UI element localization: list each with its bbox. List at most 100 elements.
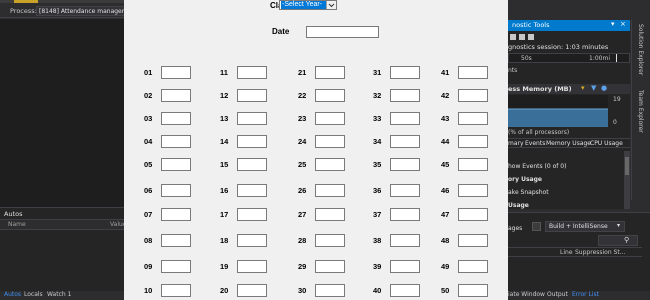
roll-number-input[interactable] [161,112,191,125]
filter-icon[interactable] [532,222,541,231]
tab-summary[interactable]: mary [508,140,524,147]
roll-number-input[interactable] [458,208,488,221]
roll-number-input[interactable] [315,135,345,148]
roll-number-input[interactable] [315,112,345,125]
timeline-ruler[interactable]: 50s 1:00mi [508,53,630,63]
roll-number-input[interactable] [458,112,488,125]
roll-number-input[interactable] [390,112,420,125]
roll-number-input[interactable] [390,135,420,148]
roll-number-input[interactable] [237,234,267,247]
roll-number-input[interactable] [161,284,191,297]
roll-number-input[interactable] [237,158,267,171]
tab-error-list[interactable]: Error List [572,291,599,298]
roll-number-input[interactable] [161,234,191,247]
autos-header: Name Value [0,219,126,230]
diag-scrollbar[interactable] [624,151,630,209]
col-suppression-state[interactable]: Suppression St... [575,249,625,256]
roll-number-input[interactable] [390,234,420,247]
roll-number-input[interactable] [315,208,345,221]
roll-number-label: 03 [144,114,153,123]
roll-number-input[interactable] [161,89,191,102]
show-events-link[interactable]: how Events (0 of 0) [508,163,566,170]
messages-label[interactable]: ages [508,225,522,232]
roll-number-input[interactable] [390,66,420,79]
roll-number-input[interactable] [161,66,191,79]
roll-number-label: 35 [373,160,382,169]
diagnostic-tools-title: nostic Tools [512,21,550,29]
tab-output[interactable]: Output [547,291,568,298]
tab-team-explorer[interactable]: Team Explorer [637,90,644,133]
timeline-mark-1min: 1:00mi [589,55,610,62]
roll-number-input[interactable] [458,284,488,297]
roll-number-input[interactable] [390,284,420,297]
roll-number-label: 02 [144,91,153,100]
roll-number-input[interactable] [237,260,267,273]
roll-number-label: 27 [298,210,307,219]
roll-number-input[interactable] [237,135,267,148]
year-select[interactable]: -Select Year- [279,0,337,10]
roll-number-input[interactable] [315,66,345,79]
autos-col-name[interactable]: Name [8,221,26,228]
tab-memory-usage[interactable]: Memory Usage [546,140,591,147]
roll-number-input[interactable] [315,260,345,273]
side-tab-strip: Solution Explorer Team Explorer [631,20,650,200]
roll-number-input[interactable] [458,260,488,273]
roll-number-input[interactable] [390,184,420,197]
roll-number-input[interactable] [458,184,488,197]
roll-number-input[interactable] [315,158,345,171]
tab-locals[interactable]: Locals [24,291,43,298]
search-error-list[interactable]: ⚲ [598,235,638,246]
roll-number-input[interactable] [237,66,267,79]
roll-number-input[interactable] [315,184,345,197]
roll-number-input[interactable] [237,208,267,221]
date-input[interactable] [306,26,379,38]
roll-number-input[interactable] [458,66,488,79]
roll-number-input[interactable] [161,135,191,148]
attendance-form: Class -Select Year- Date 010203040506070… [124,0,508,300]
take-snapshot-link[interactable]: ake Snapshot [508,189,549,196]
roll-number-input[interactable] [237,89,267,102]
roll-number-label: 18 [220,236,229,245]
tab-events[interactable]: Events [525,140,545,147]
col-line[interactable]: Line [560,249,573,256]
roll-number-input[interactable] [458,234,488,247]
roll-number-label: 12 [220,91,229,100]
roll-number-input[interactable] [315,234,345,247]
build-filter-dropdown[interactable]: Build + IntelliSense ▾ [545,221,625,232]
pin-icon[interactable]: ▾ [611,20,615,28]
tab-immediate-window[interactable]: iate Window [508,291,545,298]
roll-number-input[interactable] [161,184,191,197]
roll-number-label: 46 [441,186,450,195]
roll-number-input[interactable] [458,158,488,171]
roll-number-input[interactable] [390,260,420,273]
roll-number-label: 04 [144,137,153,146]
roll-number-label: 01 [144,68,153,77]
roll-number-label: 43 [441,114,450,123]
roll-number-label: 31 [373,68,382,77]
roll-number-label: 39 [373,262,382,271]
roll-number-input[interactable] [237,184,267,197]
roll-number-input[interactable] [390,158,420,171]
chevron-down-icon[interactable] [326,1,336,9]
roll-number-input[interactable] [458,89,488,102]
tab-autos[interactable]: Autos [4,291,21,298]
tab-cpu-usage[interactable]: CPU Usage [590,140,623,147]
roll-number-input[interactable] [315,89,345,102]
tab-watch1[interactable]: Watch 1 [47,291,71,298]
roll-number-input[interactable] [390,89,420,102]
error-list-panel: ages Build + IntelliSense ▾ ⚲ Line Suppr… [508,212,650,292]
roll-number-input[interactable] [237,112,267,125]
roll-number-label: 30 [298,286,307,295]
roll-number-input[interactable] [161,260,191,273]
roll-number-input[interactable] [315,284,345,297]
roll-number-input[interactable] [237,284,267,297]
process-dropdown[interactable]: [8148] Attendance managements [36,6,124,16]
diag-toolbar-icons[interactable] [510,33,540,42]
roll-number-input[interactable] [161,158,191,171]
roll-number-input[interactable] [390,208,420,221]
roll-number-input[interactable] [161,208,191,221]
roll-number-input[interactable] [458,135,488,148]
roll-number-label: 28 [298,236,307,245]
close-icon[interactable]: × [620,20,626,28]
tab-solution-explorer[interactable]: Solution Explorer [637,24,644,75]
